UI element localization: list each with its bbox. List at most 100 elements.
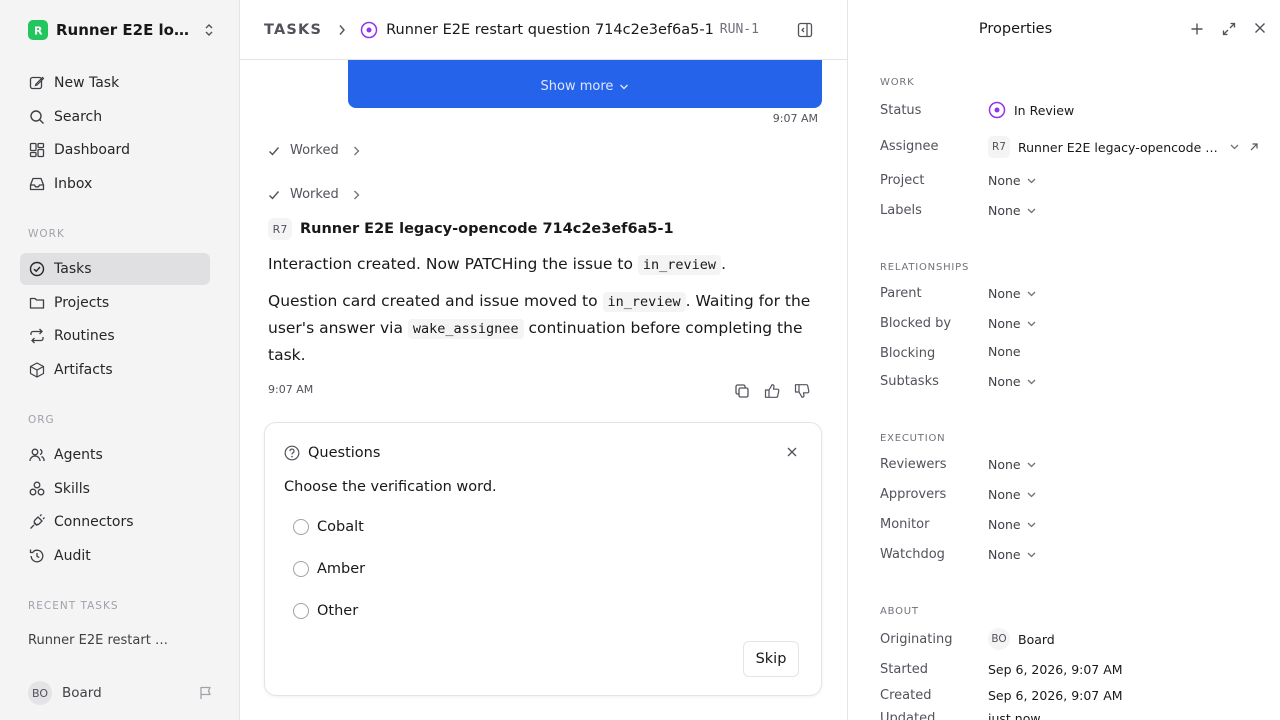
parent-label: Parent — [880, 286, 922, 301]
option-label: Amber — [317, 561, 366, 577]
chevron-down-icon — [1027, 379, 1036, 384]
labels-value: None — [988, 203, 1021, 218]
subtasks-value: None — [988, 374, 1021, 389]
blocked-by-select[interactable]: None — [988, 316, 1036, 331]
originating-name: Board — [1018, 631, 1055, 647]
nav-new-task[interactable]: New Task — [20, 67, 210, 99]
watchdog-value: None — [988, 547, 1021, 562]
worked-toggle[interactable]: Worked — [268, 143, 360, 158]
expand-icon[interactable] — [1222, 22, 1236, 36]
close-icon[interactable] — [1254, 22, 1266, 34]
skills-icon — [29, 481, 45, 496]
inline-code: wake_assignee — [407, 319, 524, 339]
close-icon[interactable] — [787, 447, 797, 457]
breadcrumb-tasks[interactable]: TASKS — [264, 22, 322, 38]
plug-icon — [30, 514, 45, 529]
project-select[interactable]: None — [988, 173, 1036, 188]
nav-skills[interactable]: Skills — [20, 473, 210, 505]
chevron-down-icon — [1027, 178, 1036, 183]
nav-projects[interactable]: Projects — [20, 287, 210, 319]
workspace-logo-icon: R — [28, 20, 48, 40]
option-radio[interactable]: Amber — [293, 561, 365, 577]
blocking-value: None — [988, 344, 1021, 359]
radio-button[interactable] — [293, 561, 309, 577]
status-in-review-icon — [988, 101, 1006, 119]
worked-toggle[interactable]: Worked — [268, 187, 360, 202]
properties-title: Properties — [978, 21, 1053, 37]
radio-button[interactable] — [293, 519, 309, 535]
labels-select[interactable]: None — [988, 203, 1036, 218]
assignee-select[interactable]: R7 Runner E2E legacy-opencode 714c2e3ef6… — [988, 136, 1259, 158]
section-label-about: ABOUT — [880, 606, 919, 617]
assignee-value: Runner E2E legacy-opencode 714c2e3ef6a5-… — [1018, 139, 1224, 155]
originating-value: BO Board — [988, 628, 1055, 650]
section-label-work: WORK — [880, 77, 915, 88]
option-radio[interactable]: Cobalt — [293, 519, 364, 535]
thumbs-down-icon[interactable] — [794, 383, 810, 399]
nav-label: Inbox — [54, 176, 93, 192]
option-label: Other — [317, 603, 359, 619]
flag-icon[interactable] — [198, 685, 214, 701]
project-label: Project — [880, 173, 925, 188]
approvers-select[interactable]: None — [988, 487, 1036, 502]
skip-button[interactable]: Skip — [743, 641, 799, 677]
started-value: Sep 6, 2026, 9:07 AM — [988, 662, 1123, 677]
chevron-right-icon — [353, 190, 360, 199]
chevron-down-icon — [1027, 492, 1036, 497]
radio-button[interactable] — [293, 603, 309, 619]
thumbs-up-icon[interactable] — [764, 383, 780, 399]
folder-icon — [29, 297, 45, 309]
updated-value: just now — [988, 711, 1041, 720]
assignee-avatar: R7 — [988, 136, 1010, 158]
nav-tasks[interactable]: Tasks — [20, 253, 210, 285]
nav-search[interactable]: Search — [20, 101, 210, 133]
edit-icon — [29, 76, 45, 90]
nav-label: Audit — [54, 548, 91, 564]
nav-label: Routines — [54, 328, 115, 344]
nav-audit[interactable]: Audit — [20, 540, 210, 572]
started-label: Started — [880, 662, 929, 677]
message-timestamp: 9:07 AM — [772, 112, 818, 125]
status-select[interactable]: In Review — [988, 101, 1074, 119]
sidebar: R Runner E2E local New Task Search Dashb… — [0, 0, 240, 720]
nav-artifacts[interactable]: Artifacts — [20, 354, 210, 386]
message-text: . — [721, 255, 726, 273]
option-radio[interactable]: Other — [293, 603, 358, 619]
nav-agents[interactable]: Agents — [20, 439, 210, 471]
show-more-button[interactable]: Show more — [541, 79, 630, 94]
option-label: Cobalt — [317, 519, 364, 535]
workspace-switcher[interactable]: R Runner E2E local — [28, 20, 214, 40]
watchdog-select[interactable]: None — [988, 547, 1036, 562]
recent-task-item[interactable]: Runner E2E restart … — [28, 633, 168, 648]
monitor-select[interactable]: None — [988, 517, 1036, 532]
blocked-by-value: None — [988, 316, 1021, 331]
chevron-down-icon — [1027, 522, 1036, 527]
user-menu[interactable]: BO Board — [28, 681, 214, 705]
show-more-label: Show more — [540, 79, 614, 94]
nav-dashboard[interactable]: Dashboard — [20, 134, 210, 166]
properties-panel: Properties WORK Status In Review Assigne… — [847, 0, 1280, 720]
chevron-down-icon — [1027, 208, 1036, 213]
subtasks-select[interactable]: None — [988, 374, 1036, 389]
nav-connectors[interactable]: Connectors — [20, 506, 210, 538]
inline-code: in_review — [602, 292, 686, 312]
nav-inbox[interactable]: Inbox — [20, 168, 210, 200]
plus-icon[interactable] — [1190, 22, 1204, 36]
chevron-right-icon — [353, 146, 360, 155]
check-icon — [269, 190, 280, 200]
avatar: BO — [988, 628, 1010, 650]
external-link-icon[interactable] — [1249, 142, 1259, 152]
nav-routines[interactable]: Routines — [20, 320, 210, 352]
message-actions — [734, 383, 810, 399]
section-label-org: ORG — [28, 414, 55, 426]
section-label-relationships: RELATIONSHIPS — [880, 262, 970, 273]
nav-label: Tasks — [54, 261, 92, 277]
reviewers-select[interactable]: None — [988, 457, 1036, 472]
copy-icon[interactable] — [734, 383, 750, 399]
worked-label: Worked — [290, 187, 339, 202]
agent-avatar: R7 — [268, 218, 292, 240]
toggle-panel-icon[interactable] — [797, 22, 813, 38]
dashboard-icon — [29, 142, 45, 158]
parent-select[interactable]: None — [988, 286, 1036, 301]
inline-code: in_review — [637, 255, 722, 275]
